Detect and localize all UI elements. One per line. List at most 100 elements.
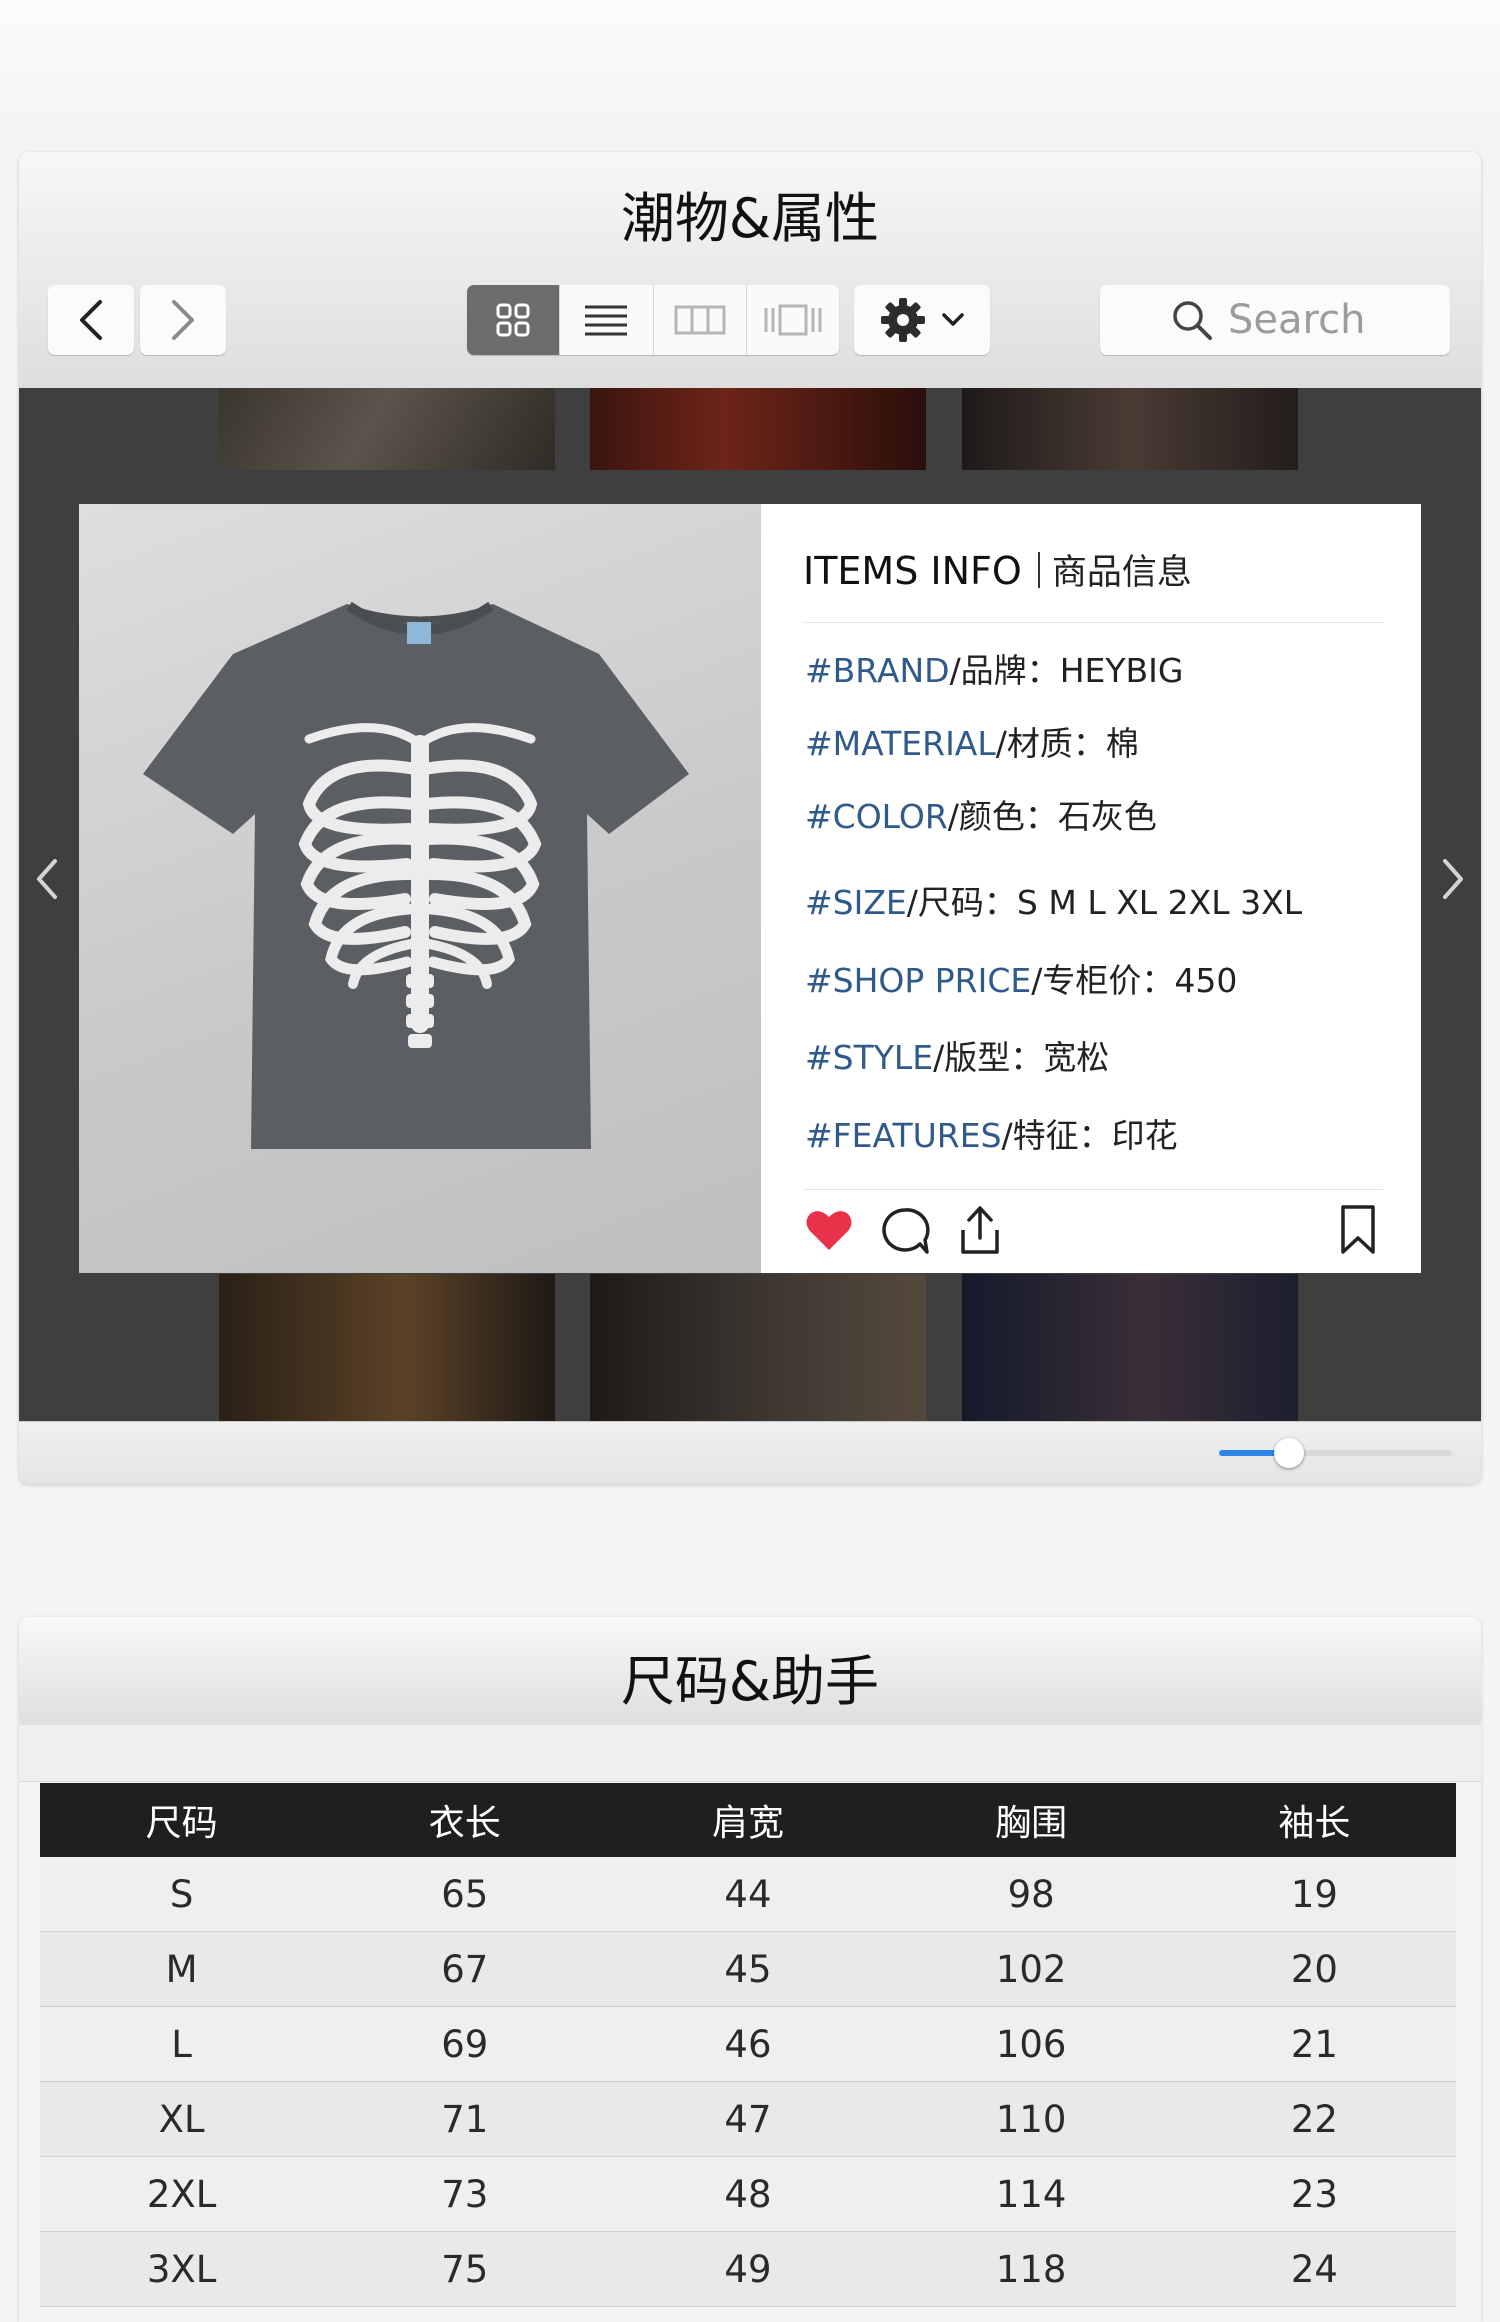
list-view-button[interactable] <box>560 285 654 355</box>
column-header: 肩宽 <box>606 1783 890 1857</box>
column-header: 胸围 <box>889 1783 1173 1857</box>
table-cell: 44 <box>606 1857 890 1932</box>
price-label: /专柜价： <box>1031 961 1175 1000</box>
search-placeholder: Search <box>1228 297 1366 343</box>
divider <box>803 1189 1383 1190</box>
size-window-toolbar <box>19 1725 1481 1782</box>
table-cell: XL <box>40 2081 324 2157</box>
column-view-button[interactable] <box>654 285 747 355</box>
thumbnail[interactable] <box>219 1274 555 1421</box>
thumbnail[interactable] <box>962 388 1298 470</box>
size-window-title: 尺码&助手 <box>620 1650 880 1713</box>
price-value: 450 <box>1174 961 1238 1000</box>
prev-arrow-icon[interactable] <box>33 848 61 918</box>
table-cell: 67 <box>323 1931 607 2007</box>
color-tag[interactable]: #COLOR <box>805 797 948 836</box>
thumbnail[interactable] <box>590 388 926 470</box>
table-cell: 118 <box>889 2231 1173 2307</box>
window-title: 潮物&属性 <box>620 187 880 250</box>
table-cell: 98 <box>889 1857 1173 1932</box>
brand-tag[interactable]: #BRAND <box>805 651 950 690</box>
table-cell: 71 <box>323 2081 607 2157</box>
color-label: /颜色： <box>947 797 1058 836</box>
page-background <box>0 0 1500 150</box>
table-cell: 45 <box>606 1931 890 2007</box>
grid-view-icon <box>496 303 530 337</box>
table-row: S 65 44 98 19 <box>40 1857 1456 1932</box>
table-cell: 2XL <box>40 2156 324 2232</box>
action-menu-button[interactable] <box>854 285 990 355</box>
info-row-material: #MATERIAL/材质：棉 <box>805 717 1139 765</box>
column-view-icon <box>674 305 726 335</box>
coverflow-view-button[interactable] <box>747 285 839 355</box>
style-tag[interactable]: #STYLE <box>805 1038 933 1077</box>
column-header: 袖长 <box>1172 1783 1456 1857</box>
table-cell: 106 <box>889 2006 1173 2082</box>
table-row: XL 71 47 110 22 <box>40 2081 1456 2157</box>
table-cell: 21 <box>1172 2006 1456 2082</box>
size-label: /尺码： <box>906 883 1017 922</box>
next-arrow-icon[interactable] <box>1439 848 1467 918</box>
tshirt-image <box>143 601 689 1149</box>
bookmark-icon[interactable] <box>1339 1204 1377 1256</box>
toolbar: 潮物&属性 Search <box>19 152 1481 389</box>
table-row: 3XL 75 49 118 24 <box>40 2231 1456 2307</box>
back-button[interactable] <box>48 285 134 355</box>
material-value: 棉 <box>1105 724 1139 763</box>
table-row: L 69 46 106 21 <box>40 2006 1456 2082</box>
brand-label: /品牌： <box>949 651 1060 690</box>
table-cell: 47 <box>606 2081 890 2157</box>
search-icon <box>1173 301 1212 340</box>
material-tag[interactable]: #MATERIAL <box>805 724 996 763</box>
table-cell: 114 <box>889 2156 1173 2232</box>
heart-icon[interactable] <box>805 1208 853 1252</box>
table-cell: 20 <box>1172 1931 1456 2007</box>
table-cell: 69 <box>323 2006 607 2082</box>
size-tag[interactable]: #SIZE <box>805 883 907 922</box>
product-image <box>79 504 761 1273</box>
color-value: 石灰色 <box>1057 797 1157 836</box>
brand-value: HEYBIG <box>1059 651 1184 690</box>
features-label: /特征： <box>1001 1116 1112 1155</box>
heading-divider <box>1037 552 1040 588</box>
info-row-price: #SHOP PRICE/专柜价：450 <box>805 954 1237 1002</box>
photo-grid: ITEMS INFO 商品信息 #BRAND/品牌：HEYBIG #MATERI… <box>19 388 1481 1421</box>
info-row-size: #SIZE/尺码：S M L XL 2XL 3XL <box>805 876 1302 924</box>
table-header-row: 尺码 衣长 肩宽 胸围 袖长 <box>40 1783 1456 1857</box>
share-icon[interactable] <box>957 1202 1003 1256</box>
table-row: 2XL 73 48 114 23 <box>40 2156 1456 2232</box>
style-value: 宽松 <box>1043 1038 1110 1077</box>
info-heading-en: ITEMS INFO <box>803 549 1022 593</box>
table-cell: M <box>40 1931 324 2007</box>
size-window: 尺码&助手 尺码 衣长 肩宽 胸围 袖长 S 65 44 98 19 M 67 <box>19 1617 1481 2322</box>
table-cell: S <box>40 1857 324 1932</box>
table-cell: 73 <box>323 2156 607 2232</box>
table-cell: L <box>40 2006 324 2082</box>
forward-button[interactable] <box>140 285 226 355</box>
thumbnail[interactable] <box>219 388 555 470</box>
forward-icon <box>172 300 194 340</box>
table-cell: 23 <box>1172 2156 1456 2232</box>
items-info-panel: ITEMS INFO 商品信息 #BRAND/品牌：HEYBIG #MATERI… <box>761 504 1421 1273</box>
size-window-titlebar: 尺码&助手 <box>19 1617 1481 1726</box>
comment-icon[interactable] <box>879 1206 931 1256</box>
price-tag[interactable]: #SHOP PRICE <box>805 961 1031 1000</box>
features-tag[interactable]: #FEATURES <box>805 1116 1002 1155</box>
coverflow-view-icon <box>764 304 822 336</box>
table-cell: 46 <box>606 2006 890 2082</box>
material-label: /材质： <box>995 724 1106 763</box>
column-header: 衣长 <box>323 1783 607 1857</box>
thumbnail[interactable] <box>590 1274 926 1421</box>
thumbnail[interactable] <box>962 1274 1298 1421</box>
table-cell: 48 <box>606 2156 890 2232</box>
product-card: ITEMS INFO 商品信息 #BRAND/品牌：HEYBIG #MATERI… <box>79 504 1421 1273</box>
size-value: S M L XL 2XL 3XL <box>1016 883 1303 922</box>
grid-view-button[interactable] <box>467 285 561 355</box>
search-field[interactable]: Search <box>1100 285 1450 355</box>
table-cell: 49 <box>606 2231 890 2307</box>
table-cell: 75 <box>323 2231 607 2307</box>
zoom-slider-knob[interactable] <box>1274 1438 1304 1468</box>
features-value: 印花 <box>1111 1116 1178 1155</box>
info-row-features: #FEATURES/特征：印花 <box>805 1109 1178 1157</box>
back-icon <box>80 300 102 340</box>
